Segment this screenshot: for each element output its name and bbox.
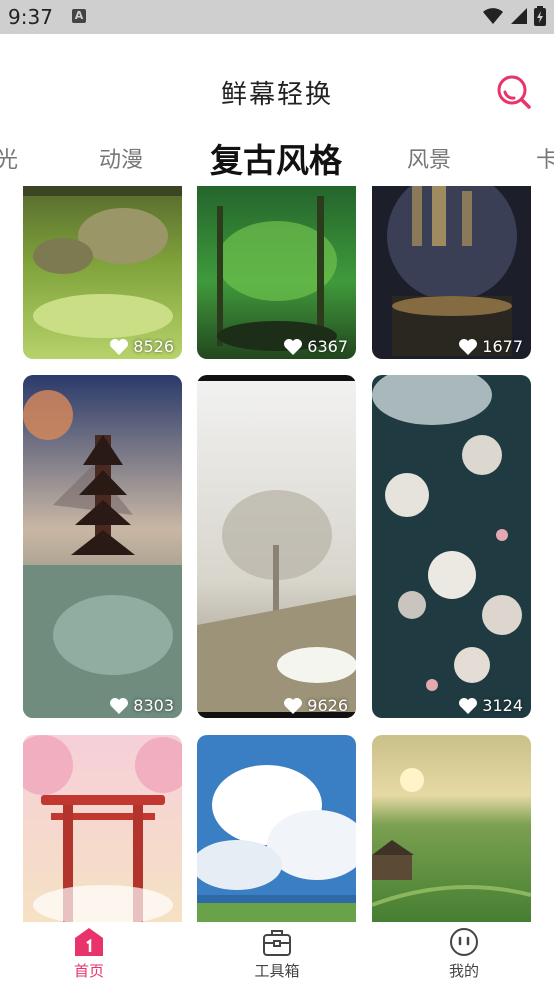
wallpaper-image: [23, 186, 182, 359]
heart-icon: [459, 697, 478, 714]
wallpaper-image: [23, 375, 182, 718]
home-icon: [75, 928, 103, 956]
bottom-nav: 首页 工具箱 我的: [0, 922, 554, 980]
wallpaper-card[interactable]: 8303: [23, 375, 182, 718]
wallpaper-card[interactable]: 6367: [197, 186, 356, 359]
nav-profile-label: 我的: [448, 962, 479, 980]
category-tabs: 光 动漫 复古风格 风景 卡: [0, 130, 554, 186]
wallpaper-image: [372, 186, 531, 359]
like-number: 3124: [482, 696, 523, 715]
like-number: 1677: [482, 337, 523, 356]
like-number: 9626: [307, 696, 348, 715]
wallpaper-image: [197, 375, 356, 718]
nav-home[interactable]: 首页: [39, 926, 139, 981]
wallpaper-image: [372, 375, 531, 718]
wallpaper-image: [23, 735, 182, 922]
like-count: 1677: [458, 337, 523, 356]
nav-toolbox-label: 工具箱: [254, 962, 300, 980]
signal-icon: [511, 8, 527, 24]
wallpaper-image: [372, 735, 531, 922]
wallpaper-card[interactable]: 8526: [23, 186, 182, 359]
wallpaper-card[interactable]: 3124: [372, 375, 531, 718]
wallpaper-card[interactable]: 1677: [372, 186, 531, 359]
profile-icon: [450, 928, 478, 956]
like-count: 9626: [283, 696, 348, 715]
heart-icon: [284, 697, 303, 714]
wallpaper-image: [197, 735, 356, 922]
nav-profile[interactable]: 我的: [414, 926, 514, 981]
wallpaper-card[interactable]: [23, 735, 182, 922]
battery-icon: [534, 6, 546, 26]
like-number: 8526: [133, 337, 174, 356]
status-icons: [482, 6, 546, 26]
nav-home-label: 首页: [73, 962, 104, 980]
wallpaper-image: [197, 186, 356, 359]
wallpaper-card[interactable]: [372, 735, 531, 922]
heart-icon: [110, 338, 129, 355]
like-count: 6367: [283, 337, 348, 356]
wallpaper-card[interactable]: [197, 735, 356, 922]
like-count: 8303: [109, 696, 174, 715]
tab-scenery[interactable]: 风景: [407, 142, 451, 174]
tab-anime[interactable]: 动漫: [99, 142, 143, 174]
wallpaper-card[interactable]: 9626: [197, 375, 356, 718]
tab-ka[interactable]: 卡: [536, 142, 554, 174]
like-number: 8303: [133, 696, 174, 715]
nav-toolbox[interactable]: 工具箱: [227, 926, 327, 981]
toolbox-icon: [263, 930, 291, 956]
search-button[interactable]: [494, 72, 534, 112]
app-title: 鲜幕轻换: [220, 80, 333, 110]
wifi-icon: [483, 8, 503, 24]
status-time: 9:37: [8, 5, 53, 29]
search-icon: [497, 75, 531, 109]
notification-icon: A: [72, 9, 86, 23]
like-count: 3124: [458, 696, 523, 715]
heart-icon: [284, 338, 303, 355]
heart-icon: [459, 338, 478, 355]
tab-retro[interactable]: 复古风格: [210, 134, 342, 182]
heart-icon: [110, 697, 129, 714]
status-bar: 9:37 A: [0, 0, 554, 34]
like-count: 8526: [109, 337, 174, 356]
wallpaper-grid: 8526 6367 1677 8303 9626 3124: [0, 186, 554, 922]
tab-guang[interactable]: 光: [0, 142, 18, 174]
like-number: 6367: [307, 337, 348, 356]
